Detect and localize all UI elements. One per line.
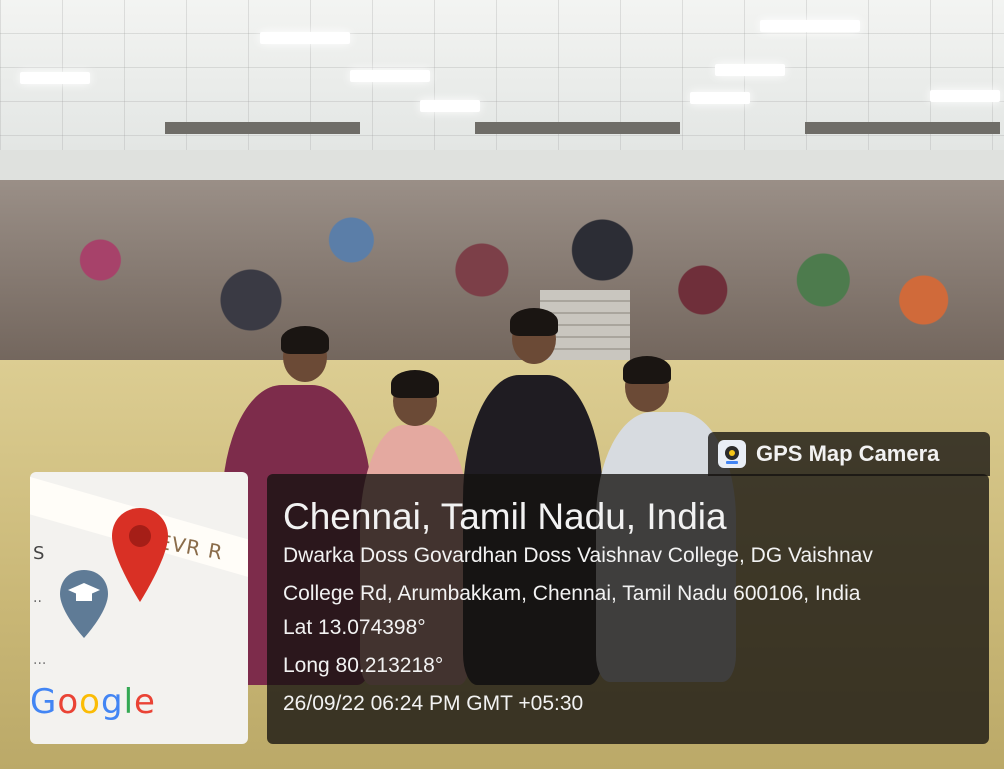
gps-app-tab: GPS Map Camera	[708, 432, 990, 476]
graduation-cap-pin-icon	[60, 570, 108, 638]
map-fragment-dots-2: ...	[33, 652, 47, 668]
city-line: Chennai, Tamil Nadu, India	[283, 496, 727, 537]
longitude: Long 80.213218°	[283, 654, 444, 677]
gps-camera-icon	[718, 440, 746, 468]
address-line-1: Dwarka Doss Govardhan Doss Vaishnav Coll…	[283, 544, 873, 567]
datetime: 26/09/22 06:24 PM GMT +05:30	[283, 692, 584, 715]
map-pin-icon	[112, 508, 168, 602]
gps-location-card: Chennai, Tamil Nadu, India Dwarka Doss G…	[267, 474, 989, 744]
google-logo: Google	[30, 682, 156, 722]
address-line-2: College Rd, Arumbakkam, Chennai, Tamil N…	[283, 582, 861, 605]
map-fragment-dots: ..	[33, 590, 42, 606]
app-name: GPS Map Camera	[756, 441, 940, 466]
students-crowd	[0, 180, 1004, 380]
latitude: Lat 13.074398°	[283, 616, 426, 639]
map-fragment-label: S	[33, 543, 45, 564]
